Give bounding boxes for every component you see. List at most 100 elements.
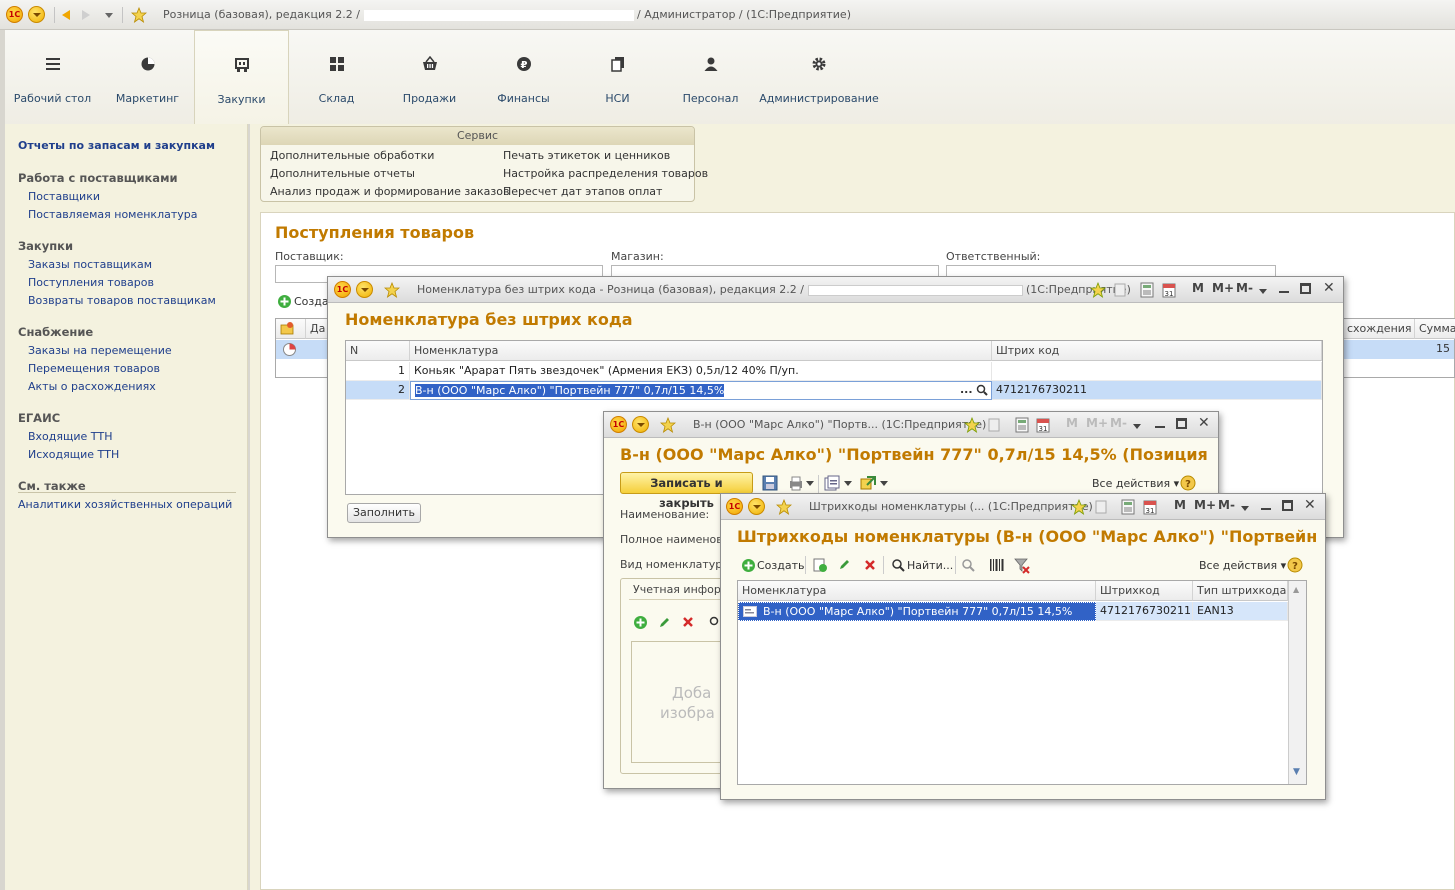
forward-arrow-icon[interactable] bbox=[80, 9, 92, 21]
table-header-barcode-type[interactable]: Тип штрихкода bbox=[1193, 581, 1288, 601]
memory-plus-button[interactable]: M+ bbox=[1086, 416, 1108, 430]
back-arrow-icon[interactable] bbox=[60, 9, 72, 21]
edit-pencil-icon[interactable] bbox=[658, 616, 671, 629]
nav-link-returns[interactable]: Возвраты товаров поставщикам bbox=[28, 294, 216, 307]
memory-m-button[interactable]: M bbox=[1066, 416, 1078, 430]
service-link-extra-processing[interactable]: Дополнительные обработки bbox=[270, 149, 434, 162]
service-link-recalc-dates[interactable]: Пересчет дат этапов оплат bbox=[503, 185, 662, 198]
section-marketing[interactable]: Маркетинг bbox=[100, 30, 195, 124]
memory-m-button[interactable]: M bbox=[1192, 281, 1204, 295]
calendar-icon[interactable]: 31 bbox=[1036, 417, 1050, 433]
section-administration[interactable]: Администрирование bbox=[758, 30, 880, 124]
chevron-down-icon[interactable] bbox=[1240, 504, 1250, 512]
main-menu-button[interactable] bbox=[28, 6, 45, 23]
nav-link-outgoing-ttn[interactable]: Исходящие ТТН bbox=[28, 448, 119, 461]
table-header[interactable] bbox=[276, 319, 306, 339]
nav-link-goods-receipts[interactable]: Поступления товаров bbox=[28, 276, 154, 289]
delete-icon[interactable] bbox=[864, 559, 876, 571]
favorites-add-icon[interactable] bbox=[1090, 282, 1106, 298]
table-header-n[interactable]: N bbox=[346, 341, 410, 361]
add-icon[interactable] bbox=[633, 615, 648, 630]
find-button[interactable]: Найти... bbox=[907, 559, 953, 572]
link-icon[interactable] bbox=[988, 418, 1000, 432]
favorites-star-icon[interactable] bbox=[384, 282, 400, 298]
close-icon[interactable]: ✕ bbox=[1323, 280, 1335, 296]
section-warehouse[interactable]: Склад bbox=[289, 30, 384, 124]
delete-icon[interactable] bbox=[682, 616, 694, 628]
section-desktop[interactable]: Рабочий стол bbox=[5, 30, 100, 124]
go-to-icon[interactable] bbox=[860, 475, 876, 491]
vertical-scrollbar[interactable]: ▲ ▼ bbox=[1288, 581, 1306, 784]
all-actions-menu[interactable]: Все действия ▾ bbox=[1092, 477, 1179, 490]
calendar-icon[interactable]: 31 bbox=[1162, 282, 1176, 298]
link-icon[interactable] bbox=[1114, 283, 1126, 297]
print-icon[interactable] bbox=[788, 475, 804, 491]
nav-link-supplied-items[interactable]: Поставляемая номенклатура bbox=[28, 208, 198, 221]
section-finance[interactable]: ₽ Финансы bbox=[476, 30, 571, 124]
table-header-item[interactable]: Номенклатура bbox=[738, 581, 1096, 601]
section-nsi[interactable]: НСИ bbox=[570, 30, 665, 124]
memory-minus-button[interactable]: M- bbox=[1218, 498, 1235, 512]
maximize-icon[interactable] bbox=[1282, 500, 1293, 511]
chevron-down-icon[interactable] bbox=[806, 481, 814, 487]
table-header-item[interactable]: Номенклатура bbox=[410, 341, 992, 361]
minimize-icon[interactable] bbox=[1261, 508, 1271, 510]
all-actions-menu[interactable]: Все действия ▾ bbox=[1199, 559, 1286, 572]
window-menu-button[interactable] bbox=[356, 281, 373, 298]
help-icon[interactable]: ? bbox=[1287, 557, 1303, 573]
memory-plus-button[interactable]: M+ bbox=[1194, 498, 1216, 512]
table-row[interactable]: 1 Коньяк "Арарат Пять звездочек" (Армени… bbox=[346, 362, 1322, 381]
1c-logo-icon[interactable]: 1С bbox=[6, 6, 23, 23]
table-header-sum[interactable]: Сумма bbox=[1415, 319, 1455, 339]
create-button[interactable]: Созда bbox=[294, 295, 329, 308]
calendar-icon[interactable]: 31 bbox=[1143, 499, 1157, 515]
nav-link-supplier-orders[interactable]: Заказы поставщикам bbox=[28, 258, 152, 271]
table-header-barcode[interactable]: Штрихкод bbox=[1096, 581, 1193, 601]
maximize-icon[interactable] bbox=[1300, 283, 1311, 294]
close-icon[interactable]: ✕ bbox=[1304, 497, 1316, 513]
create-plus-icon[interactable] bbox=[277, 294, 292, 309]
barcode-scan-icon[interactable] bbox=[989, 558, 1005, 572]
memory-plus-button[interactable]: M+ bbox=[1212, 281, 1234, 295]
fill-button[interactable]: Заполнить bbox=[347, 503, 421, 523]
favorites-star-icon[interactable] bbox=[131, 7, 147, 23]
chevron-down-icon[interactable] bbox=[880, 481, 888, 487]
favorites-star-icon[interactable] bbox=[660, 417, 676, 433]
clear-filter-icon[interactable] bbox=[1014, 558, 1030, 574]
report-icon[interactable] bbox=[824, 475, 840, 491]
history-dropdown-icon[interactable] bbox=[104, 10, 114, 20]
minimize-icon[interactable] bbox=[1279, 291, 1289, 293]
nav-link-transfer-orders[interactable]: Заказы на перемещение bbox=[28, 344, 172, 357]
section-sales[interactable]: Продажи bbox=[382, 30, 477, 124]
nav-link-incoming-ttn[interactable]: Входящие ТТН bbox=[28, 430, 113, 443]
table-row-selected[interactable]: В-н (ООО "Марс Алко") "Портвейн 777" 0,7… bbox=[738, 602, 1288, 621]
help-icon[interactable]: ? bbox=[1180, 475, 1196, 491]
1c-logo-icon[interactable]: 1С bbox=[334, 281, 351, 298]
table-row-selected[interactable]: 2 В-н (ООО "Марс Алко") "Портвейн 777" 0… bbox=[346, 381, 1322, 400]
service-link-extra-reports[interactable]: Дополнительные отчеты bbox=[270, 167, 415, 180]
memory-minus-button[interactable]: M- bbox=[1110, 416, 1127, 430]
search-icon[interactable] bbox=[891, 558, 905, 572]
section-staff[interactable]: Персонал bbox=[663, 30, 758, 124]
image-area[interactable]: Доба изобра bbox=[631, 641, 731, 763]
window-menu-button[interactable] bbox=[748, 498, 765, 515]
memory-m-button[interactable]: M bbox=[1174, 498, 1186, 512]
nav-link-transfers[interactable]: Перемещения товаров bbox=[28, 362, 160, 375]
link-icon[interactable] bbox=[1095, 500, 1107, 514]
1c-logo-icon[interactable]: 1С bbox=[726, 498, 743, 515]
create-plus-icon[interactable] bbox=[741, 558, 756, 573]
nav-link-suppliers[interactable]: Поставщики bbox=[28, 190, 100, 203]
choose-button[interactable]: ... bbox=[960, 383, 973, 396]
chevron-down-icon[interactable] bbox=[844, 481, 852, 487]
cancel-search-icon[interactable] bbox=[961, 558, 975, 572]
maximize-icon[interactable] bbox=[1176, 418, 1187, 429]
nav-link-discrepancy-acts[interactable]: Акты о расхождениях bbox=[28, 380, 156, 393]
nav-link-analytics[interactable]: Аналитики хозяйственных операций bbox=[18, 498, 232, 511]
window-menu-button[interactable] bbox=[632, 416, 649, 433]
favorites-add-icon[interactable] bbox=[1071, 499, 1087, 515]
memory-minus-button[interactable]: M- bbox=[1236, 281, 1253, 295]
close-icon[interactable]: ✕ bbox=[1198, 415, 1210, 431]
service-link-sales-analysis[interactable]: Анализ продаж и формирование заказов bbox=[270, 185, 509, 198]
favorites-add-icon[interactable] bbox=[964, 417, 980, 433]
calculator-icon[interactable] bbox=[1140, 282, 1154, 298]
